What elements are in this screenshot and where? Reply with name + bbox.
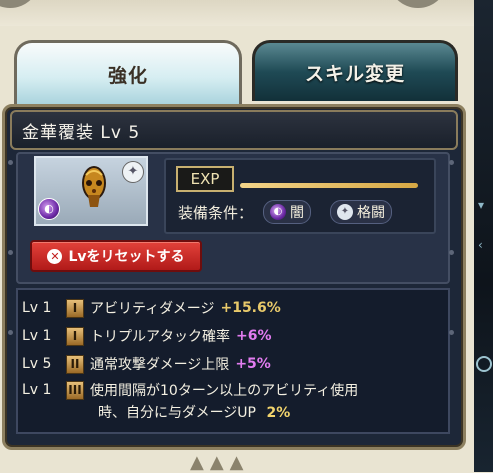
skill-name-continued: 時、自分に与ダメージUP 2% [98,402,290,422]
equip-weapon-type-badge: ✦ 格闘 [330,200,392,224]
skill-name: 通常攻撃ダメージ上限 [90,357,230,373]
rivet [8,250,13,255]
skill-name: トリプルアタック確率 [90,329,230,345]
skill-level: Lv 1 [22,328,52,344]
skill-rank-badge: I [66,298,84,318]
rivet [449,250,454,255]
skill-level: Lv 5 [22,356,52,372]
chevron-down-icon: ▾ [478,198,485,212]
skill-rank-badge: I [66,326,84,346]
scroll-indicator-icon: ▲▲▲ [190,452,250,473]
skill-value: 2% [266,405,291,421]
skill-rank-badge: II [66,354,84,374]
skill-value: +15.6% [220,300,281,316]
skill-row: Lv 1 I アビリティダメージ +15.6% [22,298,281,318]
tab-enhance[interactable]: 強化 [14,40,242,105]
dark-element-icon: ◐ [38,198,60,220]
equip-element-badge: ◐ 闇 [263,200,311,224]
weapon-thumbnail[interactable]: ◐ ✦ [34,156,148,226]
melee-type-icon: ✦ [337,204,353,220]
equip-condition-label: 装備条件： [178,204,254,222]
skill-level: Lv 1 [22,300,52,316]
top-right-ornament [388,0,448,8]
close-icon: ✕ [47,248,63,264]
equip-weapon-type-text: 格闘 [357,205,385,221]
skill-value: +5% [235,356,271,372]
skill-name: 使用間隔が10ターン以上のアビリティ使用 [90,383,359,399]
skill-row: Lv 1 I トリプルアタック確率 +6% [22,326,272,346]
top-decoration [0,0,474,26]
weapon-title-bar: 金華覆装 Lv 5 [10,110,458,150]
skill-value: +6% [236,328,272,344]
rivet [449,160,454,165]
skill-name: アビリティダメージ [90,301,215,317]
exp-label: EXP [176,166,234,192]
weapon-title: 金華覆装 Lv 5 [22,122,141,143]
reset-level-button[interactable]: ✕ Lvをリセットする [30,240,202,272]
equip-element-text: 闇 [290,205,304,221]
tab-enhance-label: 強化 [107,64,148,87]
chevron-left-icon: ‹ [478,238,483,252]
rivet [8,160,13,165]
golden-skull-icon [82,166,106,207]
dark-element-icon: ◐ [270,204,286,220]
tab-skill-change-label: スキル変更 [304,62,405,85]
top-left-ornament [0,0,40,8]
right-background-strip: ▾ ‹ [474,0,493,472]
skill-level: Lv 1 [22,382,52,398]
melee-type-icon: ✦ [122,161,144,183]
rivet [449,330,454,335]
skill-row: Lv 1 III 使用間隔が10ターン以上のアビリティ使用 [22,380,358,400]
reset-level-label: Lvをリセットする [68,249,185,265]
skill-name-line2: 時、自分に与ダメージUP [98,405,256,421]
exp-progress-bar [240,183,418,188]
tab-skill-change[interactable]: スキル変更 [252,40,458,101]
rivet [8,330,13,335]
circle-icon [476,356,492,372]
skill-rank-badge: III [66,380,84,400]
skill-row: Lv 5 II 通常攻撃ダメージ上限 +5% [22,354,271,374]
